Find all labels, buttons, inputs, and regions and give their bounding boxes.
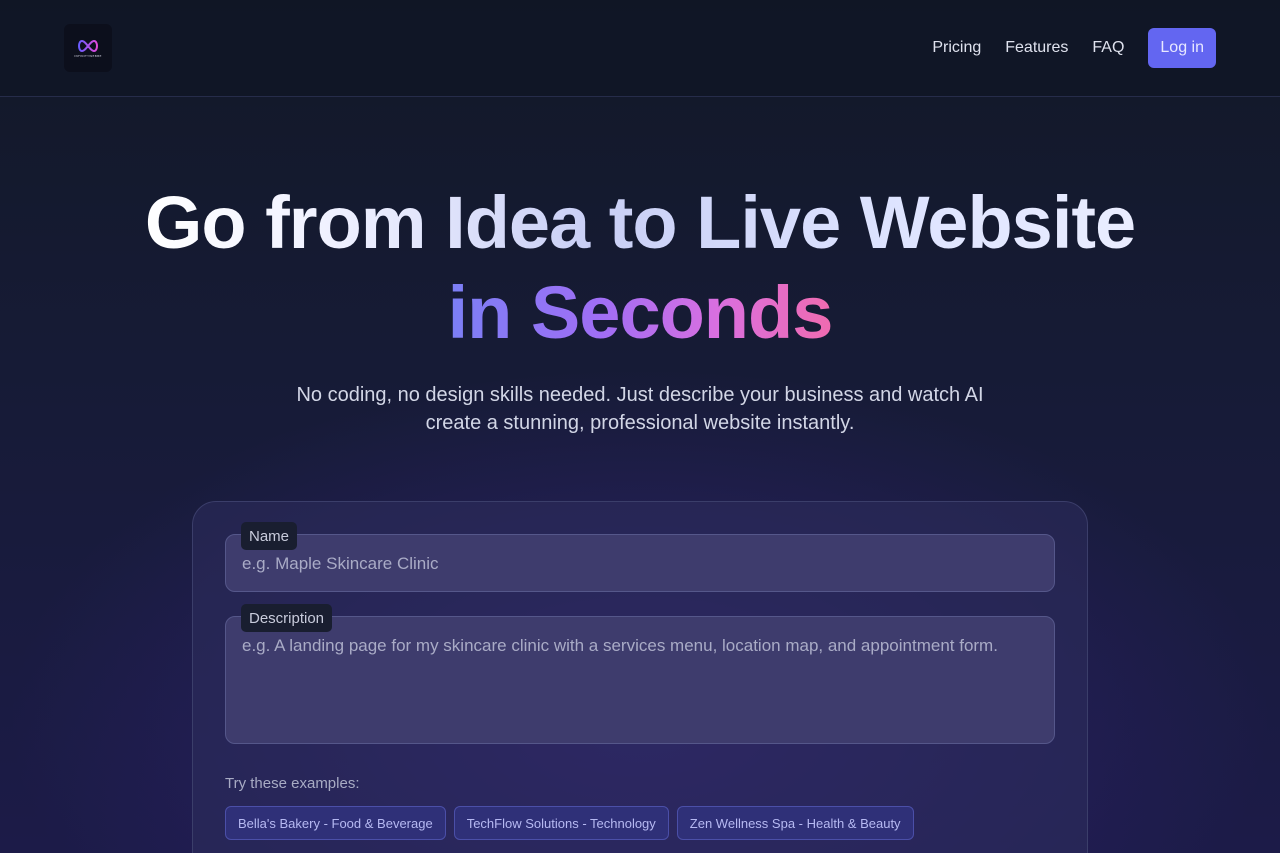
logo-text: INFINITYWEBBE <box>74 53 102 58</box>
hero-title-line1: Go from Idea to Live Website <box>0 178 1280 268</box>
nav-link-pricing[interactable]: Pricing <box>932 39 981 57</box>
nav-link-faq[interactable]: FAQ <box>1092 39 1124 57</box>
example-chip-zen-wellness[interactable]: Zen Wellness Spa - Health & Beauty <box>676 806 914 840</box>
description-textarea[interactable]: e.g. A landing page for my skincare clin… <box>225 616 1055 744</box>
example-chips: Bella's Bakery - Food & Beverage TechFlo… <box>225 806 922 840</box>
site-header: INFINITYWEBBE Pricing Features FAQ Log i… <box>0 0 1280 97</box>
nav-link-features[interactable]: Features <box>1005 39 1068 57</box>
name-input-placeholder: e.g. Maple Skincare Clinic <box>242 554 439 573</box>
login-button[interactable]: Log in <box>1148 28 1216 68</box>
hero-subtitle-line2: create a stunning, professional website … <box>425 412 855 434</box>
description-label: Description <box>241 604 333 632</box>
examples-heading: Try these examples: <box>225 775 360 792</box>
infinity-logo-icon <box>78 39 98 52</box>
hero-title-line2-text: in Seconds <box>447 271 834 354</box>
hero-subtitle: No coding, no design skills needed. Just… <box>260 381 1020 437</box>
example-chip-bakery[interactable]: Bella's Bakery - Food & Beverage <box>225 806 446 840</box>
example-chip-techflow[interactable]: TechFlow Solutions - Technology <box>453 806 669 840</box>
hero-title-line1-text: Go from Idea to Live Website <box>144 181 1136 264</box>
hero-title-line2: in Seconds <box>0 268 1280 358</box>
name-label: Name <box>241 522 298 550</box>
top-nav: Pricing Features FAQ Log in <box>908 28 1216 68</box>
description-textarea-placeholder: e.g. A landing page for my skincare clin… <box>242 636 998 655</box>
name-input[interactable]: e.g. Maple Skincare Clinic <box>225 534 1055 592</box>
hero-subtitle-line1: No coding, no design skills needed. Just… <box>296 384 984 406</box>
logo[interactable]: INFINITYWEBBE <box>64 24 112 72</box>
